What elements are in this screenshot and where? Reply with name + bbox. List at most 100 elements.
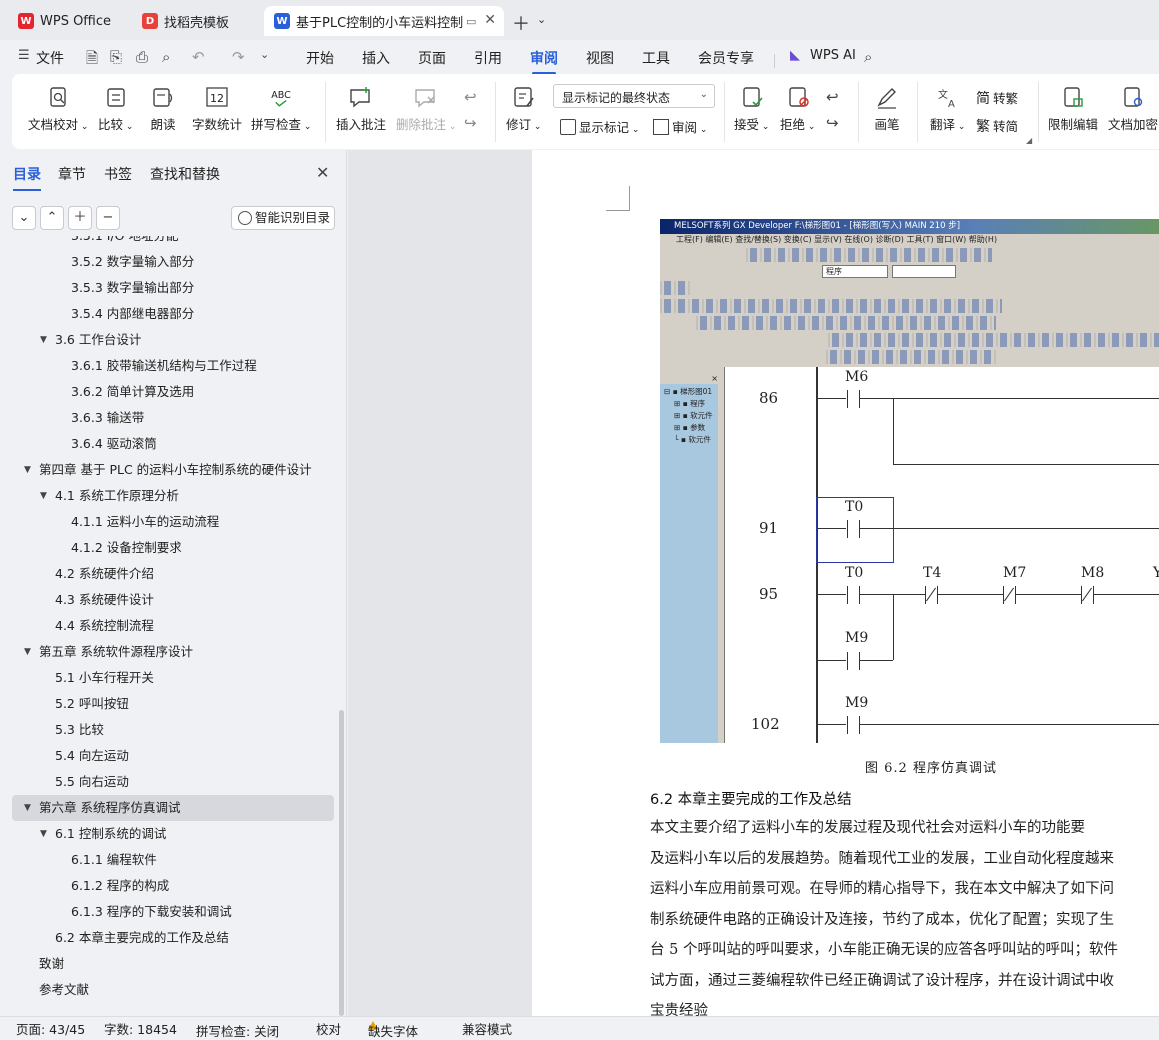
toc-item[interactable]: 6.1.1 编程软件 — [12, 847, 334, 873]
tab-wps-office[interactable]: W WPS Office — [8, 6, 124, 36]
embedded-screenshot[interactable]: MELSOFT系列 GX Developer F:\梯形图01 - [梯形图(写… — [660, 219, 1159, 743]
review-pane-button[interactable]: 审阅 ⌄ — [653, 117, 707, 136]
spell-check-button[interactable]: ABC 拼写检查 ⌄ — [251, 86, 311, 133]
previous-change-icon[interactable]: ↩ — [826, 88, 839, 106]
toc-item[interactable]: 3.5.3 数字量输出部分 — [12, 275, 334, 301]
expand-arrow-icon[interactable]: ▼ — [40, 821, 47, 847]
menu-view[interactable]: 视图 — [586, 48, 614, 68]
chevron-down-icon[interactable]: ⌄ — [260, 48, 269, 61]
toc-item[interactable]: ▼ 第五章 系统软件源程序设计 — [12, 639, 334, 665]
close-icon[interactable]: ✕ — [316, 163, 329, 182]
menu-start[interactable]: 开始 — [306, 48, 334, 68]
show-markup-button[interactable]: 显示标记 ⌄ — [560, 117, 639, 136]
expand-arrow-icon[interactable]: ▼ — [24, 639, 31, 665]
expand-down-button[interactable]: ⌄ — [12, 206, 36, 230]
pen-button[interactable]: 画笔 — [874, 86, 900, 133]
print-preview-icon[interactable]: ⌕ — [162, 48, 170, 66]
hamburger-icon[interactable]: ☰ — [18, 48, 30, 63]
doc-encrypt-button[interactable]: 文档加密 — [1108, 86, 1158, 133]
toc-item[interactable]: 6.1.3 程序的下载安装和调试 — [12, 899, 334, 925]
toc-item[interactable]: 5.5 向右运动 — [12, 769, 334, 795]
toc-item[interactable]: 6.1.2 程序的构成 — [12, 873, 334, 899]
toc-item[interactable]: 3.6.1 胶带输送机结构与工作过程 — [12, 353, 334, 379]
compat-mode-status[interactable]: 兼容模式 — [462, 1019, 512, 1038]
toc-item[interactable]: ▼ 第六章 系统程序仿真调试 — [12, 795, 334, 821]
toc-item[interactable]: ▼ 4.1 系统工作原理分析 — [12, 483, 334, 509]
toc-item[interactable]: 6.2 本章主要完成的工作及总结 — [12, 925, 334, 951]
expand-arrow-icon[interactable]: ▼ — [40, 483, 47, 509]
add-heading-button[interactable]: ＋ — [68, 206, 92, 230]
revise-button[interactable]: 修订 ⌄ — [506, 86, 541, 133]
tab-toc[interactable]: 目录 — [13, 164, 41, 191]
toc-item[interactable]: 3.6.3 输送带 — [12, 405, 334, 431]
wps-ai-icon[interactable]: ◣ — [790, 48, 800, 63]
translate-button[interactable]: 文A 翻译 ⌄ — [930, 86, 965, 133]
toc-item[interactable]: 4.1.2 设备控制要求 — [12, 535, 334, 561]
tab-document[interactable]: W 基于PLC控制的小车运料控制系 ▭ ✕ — [264, 6, 504, 36]
toc-item[interactable]: 参考文献 — [12, 977, 334, 1003]
menu-file[interactable]: 文件 — [36, 48, 64, 68]
to-traditional-button[interactable]: 简转繁 — [976, 88, 1018, 108]
toc-item[interactable]: 5.1 小车行程开关 — [12, 665, 334, 691]
save-icon[interactable]: 🗎 — [86, 48, 98, 73]
undo-icon[interactable]: ↶ — [192, 48, 205, 66]
remove-heading-button[interactable]: − — [96, 206, 120, 230]
menu-review[interactable]: 审阅 — [530, 48, 558, 75]
proofread-status[interactable]: 校对 — [316, 1019, 341, 1038]
insert-comment-button[interactable]: 插入批注 — [336, 86, 386, 133]
tab-docer[interactable]: D 找稻壳模板 — [132, 6, 260, 36]
toc-item[interactable]: 4.3 系统硬件设计 — [12, 587, 334, 613]
read-aloud-button[interactable]: 朗读 — [150, 86, 176, 133]
next-comment-icon[interactable]: ↪ — [464, 114, 477, 132]
expand-corner-icon[interactable]: ◢ — [1026, 136, 1032, 145]
expand-arrow-icon[interactable]: ▼ — [24, 457, 31, 483]
menu-wps-ai[interactable]: WPS AI — [810, 48, 856, 63]
new-tab-icon[interactable]: ＋ — [512, 10, 530, 36]
menu-member[interactable]: 会员专享 — [698, 48, 754, 68]
monitor-icon[interactable]: ▭ — [466, 15, 476, 28]
smart-toc-button[interactable]: 智能识别目录 — [231, 206, 335, 230]
print-icon[interactable]: ⎙ — [136, 48, 148, 66]
reject-button[interactable]: 拒绝 ⌄ — [780, 86, 815, 133]
toc-item[interactable]: 5.2 呼叫按钮 — [12, 691, 334, 717]
doc-check-button[interactable]: 文档校对 ⌄ — [28, 86, 88, 133]
chevron-down-icon[interactable]: ⌄ — [537, 13, 546, 26]
delete-comment-button[interactable]: 删除批注 ⌄ — [396, 86, 456, 133]
search-icon[interactable]: ⌕ — [864, 48, 872, 66]
word-count-button[interactable]: 12 字数统计 — [192, 86, 242, 133]
toc-item[interactable]: 4.4 系统控制流程 — [12, 613, 334, 639]
toc-item[interactable]: 致谢 — [12, 951, 334, 977]
previous-comment-icon[interactable]: ↩ — [464, 88, 477, 106]
toc-item[interactable]: ▼ 6.1 控制系统的调试 — [12, 821, 334, 847]
tab-chapters[interactable]: 章节 — [58, 164, 86, 184]
toc-item[interactable]: 4.2 系统硬件介绍 — [12, 561, 334, 587]
menu-page[interactable]: 页面 — [418, 48, 446, 68]
toc-item[interactable]: 3.5.2 数字量输入部分 — [12, 249, 334, 275]
menu-reference[interactable]: 引用 — [474, 48, 502, 68]
expand-arrow-icon[interactable]: ▼ — [24, 795, 31, 821]
share-icon[interactable]: ⎘ — [110, 48, 122, 66]
toc-item[interactable]: 5.3 比较 — [12, 717, 334, 743]
toc-item[interactable]: 3.6.2 简单计算及选用 — [12, 379, 334, 405]
expand-arrow-icon[interactable]: ▼ — [40, 327, 47, 353]
collapse-up-button[interactable]: ⌃ — [40, 206, 64, 230]
menu-insert[interactable]: 插入 — [362, 48, 390, 68]
toc-item[interactable]: 3.6.4 驱动滚筒 — [12, 431, 334, 457]
toc-item[interactable]: 4.1.1 运料小车的运动流程 — [12, 509, 334, 535]
toc-item[interactable]: ▼ 第四章 基于 PLC 的运料小车控制系统的硬件设计 — [12, 457, 334, 483]
compare-button[interactable]: 比较 ⌄ — [98, 86, 133, 133]
toc-item[interactable]: ▼ 3.6 工作台设计 — [12, 327, 334, 353]
toc-item[interactable]: 3.5.1 I/O 地址分配 — [12, 236, 334, 249]
restrict-edit-button[interactable]: 限制编辑 — [1048, 86, 1098, 133]
to-simplified-button[interactable]: 繁转简 — [976, 116, 1018, 136]
close-icon[interactable]: ✕ — [484, 12, 496, 28]
menu-tools[interactable]: 工具 — [642, 48, 670, 68]
accept-button[interactable]: 接受 ⌄ — [734, 86, 769, 133]
toc-item[interactable]: 5.4 向左运动 — [12, 743, 334, 769]
markup-state-select[interactable]: 显示标记的最终状态 ⌄ — [553, 84, 715, 108]
word-count-indicator[interactable]: 字数: 18454 — [104, 1019, 177, 1038]
page-indicator[interactable]: 页面: 43/45 — [16, 1019, 85, 1038]
redo-icon[interactable]: ↷ — [232, 48, 245, 66]
next-change-icon[interactable]: ↪ — [826, 114, 839, 132]
tab-find-replace[interactable]: 查找和替换 — [150, 164, 220, 184]
